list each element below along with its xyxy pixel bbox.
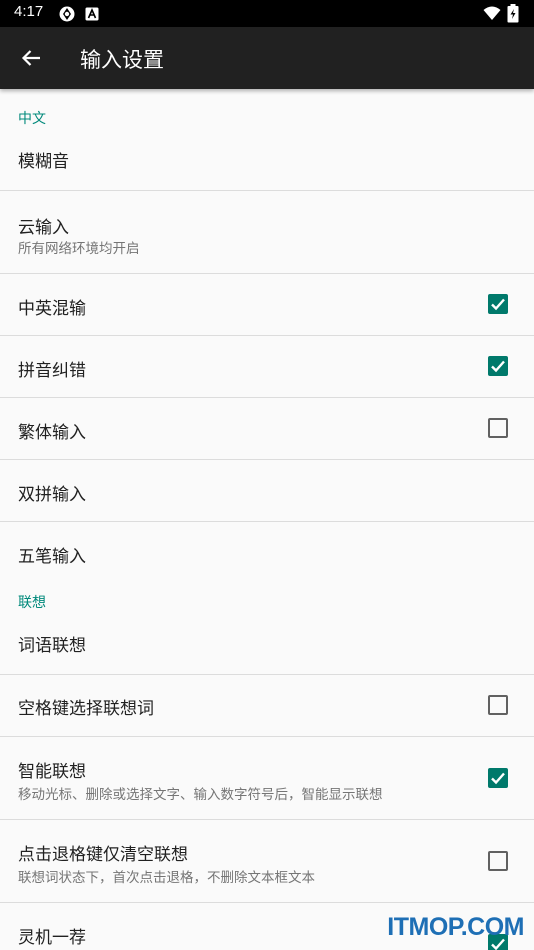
- back-button[interactable]: [12, 39, 50, 77]
- pref-summary: 联想词状态下，首次点击退格，不删除文本框文本: [18, 870, 315, 886]
- category-chinese: 中文: [18, 111, 46, 127]
- pref-smart-association[interactable]: 智能联想 移动光标、删除或选择文字、输入数字符号后，智能显示联想: [0, 737, 534, 820]
- check-icon: [491, 298, 505, 311]
- pref-mixed-input[interactable]: 中英混输: [0, 274, 534, 336]
- app-notification-icon: [85, 6, 99, 25]
- pref-backspace-clear-association[interactable]: 点击退格键仅清空联想 联想词状态下，首次点击退格，不删除文本框文本: [0, 820, 534, 903]
- pref-cloud-input[interactable]: 云输入 所有网络环境均开启: [0, 191, 534, 274]
- pref-title: 繁体输入: [18, 423, 86, 443]
- settings-list[interactable]: 中文 模糊音 云输入 所有网络环境均开启 中英混输 拼音纠错 繁体输入 双拼输入…: [0, 89, 534, 950]
- pref-fuzzy-pinyin[interactable]: 模糊音: [0, 147, 534, 191]
- wifi-icon: [483, 5, 501, 25]
- pref-title: 点击退格键仅清空联想: [18, 845, 188, 865]
- pref-title: 拼音纠错: [18, 361, 86, 381]
- arrow-back-icon: [21, 50, 40, 66]
- pref-title: 双拼输入: [18, 485, 86, 505]
- checkbox-unchecked[interactable]: [488, 695, 508, 715]
- watermark: ITMOP.COM: [387, 913, 524, 941]
- pref-word-association[interactable]: 词语联想: [0, 628, 534, 675]
- pref-title: 智能联想: [18, 762, 86, 782]
- pref-title: 五笔输入: [18, 547, 86, 567]
- pref-traditional-input[interactable]: 繁体输入: [0, 398, 534, 460]
- pref-pinyin-correction[interactable]: 拼音纠错: [0, 336, 534, 398]
- check-icon: [491, 772, 505, 785]
- checkbox-unchecked[interactable]: [488, 418, 508, 438]
- status-time: 4:17: [14, 3, 44, 20]
- status-bar: 4:17: [0, 0, 534, 27]
- pref-title: 云输入: [18, 218, 69, 238]
- app-bar: 输入设置: [0, 27, 534, 89]
- pref-space-select-association[interactable]: 空格键选择联想词: [0, 675, 534, 737]
- page-title: 输入设置: [80, 48, 164, 72]
- pref-summary: 移动光标、删除或选择文字、输入数字符号后，智能显示联想: [18, 787, 383, 803]
- pref-title: 灵机一荐: [18, 928, 86, 948]
- checkbox-checked[interactable]: [488, 294, 508, 314]
- category-association: 联想: [18, 595, 46, 611]
- pref-title: 空格键选择联想词: [18, 699, 154, 719]
- pref-shuangpin-input[interactable]: 双拼输入: [0, 460, 534, 522]
- aperture-icon: [58, 5, 76, 27]
- pref-summary: 所有网络环境均开启: [18, 241, 140, 257]
- check-icon: [491, 360, 505, 373]
- pref-title: 词语联想: [18, 636, 86, 656]
- battery-icon: [507, 4, 519, 27]
- checkbox-checked[interactable]: [488, 356, 508, 376]
- checkbox-checked[interactable]: [488, 768, 508, 788]
- pref-wubi-input[interactable]: 五笔输入: [0, 522, 534, 579]
- pref-title: 模糊音: [18, 152, 69, 172]
- checkbox-unchecked[interactable]: [488, 851, 508, 871]
- pref-title: 中英混输: [18, 299, 86, 319]
